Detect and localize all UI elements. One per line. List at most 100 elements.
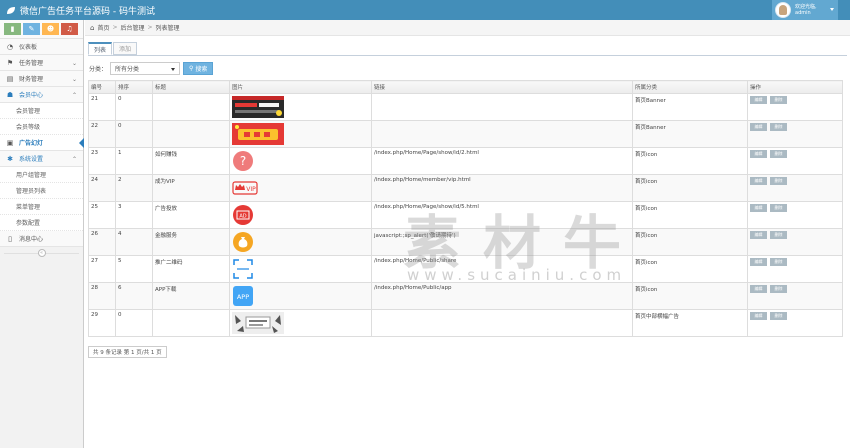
edit-button[interactable]: 编辑 (750, 177, 767, 185)
breadcrumb-home[interactable]: 首页 (97, 23, 109, 32)
cell-image: ? (229, 147, 372, 175)
cell-id: 22 (88, 120, 116, 148)
delete-button[interactable]: 删除 (770, 258, 787, 266)
bell-icon: ♫ (66, 25, 73, 33)
caret-down-icon (830, 8, 834, 11)
delete-button[interactable]: 删除 (770, 312, 787, 320)
cell-image: VIP (229, 174, 372, 202)
vip-icon: VIP (232, 177, 284, 199)
cell-actions: 编辑 删除 (747, 147, 843, 175)
column-header-image: 图片 (229, 80, 372, 94)
cell-actions: 编辑 删除 (747, 201, 843, 229)
delete-button[interactable]: 删除 (770, 123, 787, 131)
cell-sort: 3 (115, 201, 153, 229)
cell-id: 21 (88, 93, 116, 121)
tab-bar: 列表 添加 (88, 42, 138, 55)
cell-image (229, 93, 372, 121)
edit-button[interactable]: 编辑 (750, 204, 767, 212)
edit-button[interactable]: 编辑 (750, 312, 767, 320)
cell-sort: 2 (115, 174, 153, 202)
cell-actions: 编辑 删除 (747, 120, 843, 148)
tab-list[interactable]: 列表 (88, 42, 113, 55)
category-select[interactable]: 所有分类 (110, 62, 181, 75)
banner-ad (232, 312, 284, 334)
edit-button[interactable]: 编辑 (750, 231, 767, 239)
cell-link (371, 120, 633, 148)
pencil-icon: ✎ (28, 25, 35, 33)
sidebar-subitem-member-manage[interactable]: 会员管理 (0, 103, 83, 119)
sidebar-collapse-button[interactable]: « (0, 247, 83, 259)
delete-button[interactable]: 删除 (770, 231, 787, 239)
double-chevron-left-icon: « (37, 249, 46, 257)
scan-icon (232, 258, 284, 280)
list-icon: ▤ (6, 74, 14, 83)
cell-sort: 4 (115, 228, 153, 256)
column-header-category: 所属分类 (632, 80, 748, 94)
sidebar-item-ad-slides[interactable]: ▣ 广告幻灯 (0, 135, 84, 151)
cell-actions: 编辑 删除 (747, 309, 843, 337)
sidebar: ▮ ✎ ☻ ♫ ◔ 仪表板 ⚑ 任务管理 ⌄ ▤ 财务管理 ⌄ ☗ 会员中心 ⌃… (0, 20, 84, 448)
search-icon: ⚲ (189, 65, 194, 72)
breadcrumb-admin[interactable]: 后台管理 (121, 23, 145, 32)
chevron-up-icon: ⌃ (71, 92, 77, 99)
cell-id: 23 (88, 147, 116, 175)
sidebar-item-label: 仪表板 (19, 44, 38, 51)
sidebar-subitem-admin-list[interactable]: 管理员列表 (0, 183, 83, 199)
cell-id: 27 (88, 255, 116, 283)
cell-image (229, 309, 372, 337)
edit-button[interactable]: 编辑 (750, 150, 767, 158)
sidebar-subitem-user-groups[interactable]: 用户组管理 (0, 167, 83, 183)
column-header-link: 链接 (371, 80, 633, 94)
delete-button[interactable]: 删除 (770, 177, 787, 185)
delete-button[interactable]: 删除 (770, 96, 787, 104)
cell-title (152, 93, 230, 121)
sidebar-item-members[interactable]: ☗ 会员中心 ⌃ (0, 87, 83, 103)
svg-text:AD: AD (239, 214, 246, 220)
home-icon: ⌂ (90, 23, 95, 32)
cell-link: /index.php/Home/Page/show/id/2.html (371, 147, 633, 175)
cell-title: APP下载 (152, 282, 230, 310)
chevron-down-icon: ⌄ (71, 60, 77, 67)
sidebar-item-messages[interactable]: ▯ 消息中心 (0, 231, 83, 247)
sidebar-subitem-params[interactable]: 参数配置 (0, 215, 83, 231)
cell-sort: 0 (115, 120, 153, 148)
delete-button[interactable]: 删除 (770, 204, 787, 212)
cell-title: 成为VIP (152, 174, 230, 202)
bookmark-icon: ▯ (8, 234, 12, 243)
sidebar-item-finance[interactable]: ▤ 财务管理 ⌄ (0, 71, 83, 87)
cell-sort: 0 (115, 93, 153, 121)
tab-add[interactable]: 添加 (113, 42, 138, 55)
sidebar-item-settings[interactable]: ✱ 系统设置 ⌃ (0, 151, 83, 167)
shortcut-chart-button[interactable]: ▮ (4, 23, 21, 35)
sidebar-subitem-menu-manage[interactable]: 菜单管理 (0, 199, 83, 215)
cell-category: 首页icon (632, 228, 748, 256)
brand[interactable]: 微信广告任务平台源码 - 码牛测试 (6, 4, 155, 17)
sidebar-item-tasks[interactable]: ⚑ 任务管理 ⌄ (0, 55, 83, 71)
cell-id: 28 (88, 282, 116, 310)
watermark-url: www.sucainiu.com (407, 266, 627, 284)
sidebar-subitem-member-level[interactable]: 会员等级 (0, 119, 83, 135)
shortcut-pencil-button[interactable]: ✎ (23, 23, 40, 35)
user-menu[interactable]: 欢迎光临, admin (772, 0, 838, 20)
search-button[interactable]: ⚲ 搜索 (183, 62, 214, 75)
banner-dark (232, 96, 284, 118)
filter-bar: 分类： 所有分类 ⚲ 搜索 (89, 62, 214, 75)
cell-sort: 6 (115, 282, 153, 310)
delete-button[interactable]: 删除 (770, 150, 787, 158)
edit-button[interactable]: 编辑 (750, 96, 767, 104)
cell-id: 26 (88, 228, 116, 256)
main-content: ⌂ 首页 > 后台管理 > 列表管理 列表 添加 分类： 所有分类 ⚲ 搜索 编… (85, 20, 850, 448)
shortcut-bell-button[interactable]: ♫ (61, 23, 78, 35)
edit-button[interactable]: 编辑 (750, 285, 767, 293)
category-select-value: 所有分类 (115, 66, 140, 73)
edit-button[interactable]: 编辑 (750, 258, 767, 266)
cell-title: 推广二维码 (152, 255, 230, 283)
sidebar-item-dashboard[interactable]: ◔ 仪表板 (0, 39, 83, 55)
cell-link (371, 93, 633, 121)
cell-category: 首页icon (632, 255, 748, 283)
cell-title (152, 120, 230, 148)
shortcut-users-button[interactable]: ☻ (42, 23, 59, 35)
cell-link (371, 309, 633, 337)
edit-button[interactable]: 编辑 (750, 123, 767, 131)
delete-button[interactable]: 删除 (770, 285, 787, 293)
